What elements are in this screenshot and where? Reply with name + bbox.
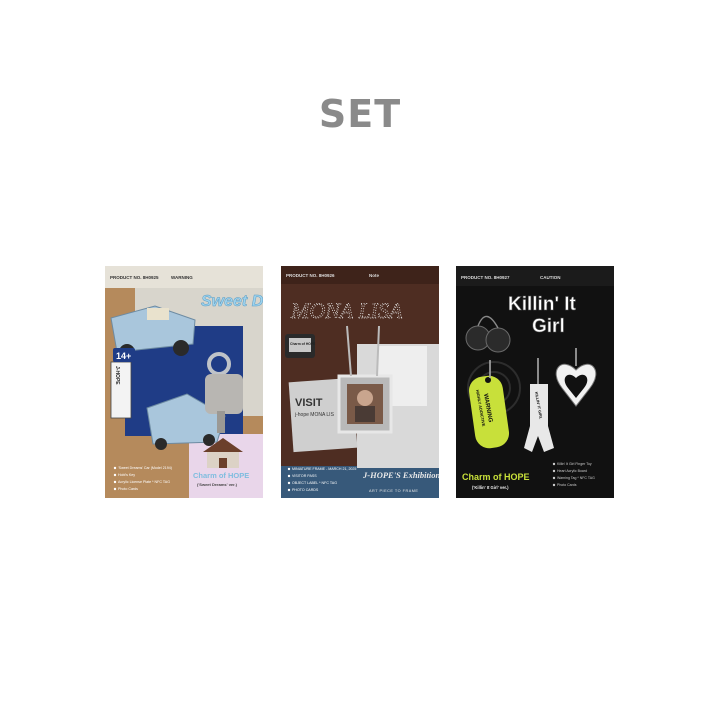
charm-title: Charm of HOPE: [193, 471, 249, 480]
product-number: PRODUCT NO. 8H0927: [461, 275, 510, 280]
contents-item: Hobi's Key: [118, 473, 135, 477]
license-plate: J-HOPE: [114, 366, 120, 385]
warning-label: WARNING: [171, 275, 193, 280]
contents-item: PHOTO CARDS: [292, 488, 319, 492]
product-mona-lisa[interactable]: PRODUCT NO. 8H0926 Note MONA LISA Charm …: [281, 266, 439, 498]
contents-item: Photo Cards: [557, 483, 577, 487]
sweet-dreams-box-art: PRODUCT NO. 8H0925 WARNING Sweet Dreams …: [105, 266, 263, 498]
tag-label: Charm of HOPE: [290, 342, 316, 346]
contents-item: Warning Tag * NFC TAG: [557, 476, 595, 480]
box-title-line2: Girl: [532, 316, 565, 337]
product-killin-it-girl[interactable]: PRODUCT NO. 8H0927 CAUTION Killin' It Gi…: [456, 266, 614, 498]
product-number: PRODUCT NO. 8H0926: [286, 273, 335, 278]
contents-item: OBJECT LABEL * NFC TAG: [292, 481, 337, 485]
contents-item: Heart Acrylic Board: [557, 469, 587, 473]
killin-it-girl-box-art: PRODUCT NO. 8H0927 CAUTION Killin' It Gi…: [456, 266, 614, 498]
exhibition-sub: ART PIECE TO FRAME: [369, 489, 418, 493]
mona-lisa-box-art: PRODUCT NO. 8H0926 Note MONA LISA Charm …: [281, 266, 439, 498]
charm-title: Charm of HOPE: [462, 472, 530, 482]
contents-item: 'Sweet Dreams' Car (Model 2194): [118, 466, 172, 470]
caution-label: CAUTION: [540, 275, 561, 280]
note-label: Note: [369, 273, 379, 278]
product-number: PRODUCT NO. 8H0925: [110, 275, 159, 280]
age-badge: 14+: [116, 351, 131, 361]
contents-item: MINIATURE FRAME - MARCH 21, 2025: [292, 467, 356, 471]
contents-item: Killin' It Girl Finger Toy: [557, 462, 592, 466]
visit-card-title: VISIT: [295, 397, 323, 409]
box-title-line1: Killin' It: [508, 294, 577, 315]
box-title: Sweet Dreams: [201, 293, 263, 310]
contents-item: Acrylic License Plate * NFC TAG: [118, 480, 170, 484]
visit-card-sub: j-hope MONA LIS: [294, 412, 335, 418]
charm-version: ('Killin' It Girl' ver.): [472, 485, 509, 490]
product-sweet-dreams[interactable]: PRODUCT NO. 8H0925 WARNING Sweet Dreams …: [105, 266, 263, 498]
contents-item: VISITOR PASS: [292, 474, 317, 478]
charm-version: ('Sweet Dreams' ver.): [197, 482, 238, 487]
box-title: MONA LISA: [290, 298, 403, 323]
exhibition-title: J-HOPE'S Exhibition: [362, 470, 439, 480]
contents-item: Photo Cards: [118, 487, 138, 491]
page-title: SET: [318, 92, 402, 136]
